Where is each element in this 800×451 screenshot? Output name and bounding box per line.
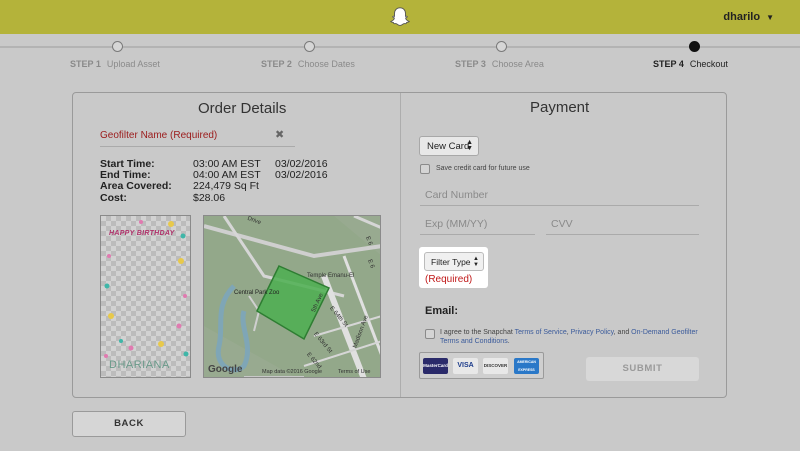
end-time-value: 04:00 AM EST: [193, 169, 261, 181]
start-time-value: 03:00 AM EST: [193, 158, 261, 170]
map-terms-link[interactable]: Terms of Use: [338, 369, 370, 375]
user-menu[interactable]: dharilo ▼: [723, 11, 774, 23]
filter-arrows-icon: ▲ ▼: [473, 256, 479, 268]
exp-underline: [420, 234, 535, 235]
back-button[interactable]: BACK: [72, 411, 186, 437]
step-4: STEP 4 Checkout: [653, 59, 728, 69]
username: dharilo: [723, 11, 761, 23]
step-1[interactable]: STEP 1 Upload Asset: [70, 59, 160, 69]
step-3[interactable]: STEP 3 Choose Area: [455, 59, 544, 69]
geofilter-name-input[interactable]: Geofilter Name (Required): [100, 130, 217, 141]
cvv-input[interactable]: CVV: [551, 218, 573, 230]
preview-bottom-text: DHARIANA: [109, 359, 170, 371]
start-date-value: 03/02/2016: [275, 158, 328, 170]
panel-divider: [400, 93, 401, 397]
step-2[interactable]: STEP 2 Choose Dates: [261, 59, 355, 69]
email-label: Email:: [425, 305, 459, 317]
area-map[interactable]: Drive E 6 E 6 Temple Emanu-El Central Pa…: [203, 215, 381, 378]
filter-type-value: Filter Type: [431, 257, 471, 267]
card-number-underline: [420, 205, 699, 206]
terms-of-service-link[interactable]: Terms of Service: [515, 329, 567, 336]
step-1-dot: [112, 41, 123, 52]
cvv-underline: [546, 234, 699, 235]
map-drawing: [204, 216, 380, 377]
top-bar: dharilo ▼: [0, 0, 800, 34]
snapchat-ghost-icon[interactable]: [389, 6, 411, 28]
end-time-label: End Time:: [100, 169, 151, 181]
map-label-zoo: Central Park Zoo: [234, 290, 280, 296]
card-number-input[interactable]: Card Number: [425, 189, 488, 201]
google-logo: Google: [208, 364, 243, 375]
visa-icon: VISA: [453, 358, 478, 374]
cost-label: Cost:: [100, 192, 127, 204]
order-details-title: Order Details: [198, 100, 287, 117]
filter-type-select[interactable]: Filter Type ▲ ▼: [424, 252, 484, 271]
card-select[interactable]: New Card ▲ ▼: [419, 136, 479, 156]
map-data-text: Map data ©2016 Google: [262, 369, 323, 375]
caret-down-icon: ▼: [766, 13, 774, 22]
exp-input[interactable]: Exp (MM/YY): [425, 218, 487, 230]
preview-top-text: HAPPY BIRTHDAY: [109, 230, 175, 237]
geofilter-preview: HAPPY BIRTHDAY DHARIANA: [100, 215, 191, 378]
discover-icon: DISCOVER: [483, 358, 508, 374]
card-select-value: New Card: [427, 141, 470, 152]
agree-checkbox[interactable]: [425, 329, 435, 339]
amex-icon: AMERICAN EXPRESS: [514, 358, 539, 374]
save-card-checkbox[interactable]: [420, 164, 430, 174]
checkout-panel: Order Details Geofilter Name (Required) …: [72, 92, 727, 398]
step-2-dot: [304, 41, 315, 52]
start-time-label: Start Time:: [100, 158, 155, 170]
end-date-value: 03/02/2016: [275, 169, 328, 181]
area-value: 224,479 Sq Ft: [193, 180, 259, 192]
mastercard-icon: MasterCard: [423, 358, 448, 374]
privacy-policy-link[interactable]: Privacy Policy: [571, 329, 614, 336]
geofilter-name-underline: [100, 146, 295, 147]
submit-button[interactable]: SUBMIT: [586, 357, 699, 381]
filter-type-highlight: Filter Type ▲ ▼ (Required): [419, 247, 488, 288]
area-covered-label: Area Covered:: [100, 180, 172, 192]
cost-value: $28.06: [193, 192, 226, 204]
payment-title: Payment: [530, 99, 590, 116]
step-4-dot: [689, 41, 700, 52]
agree-text: I agree to the Snapchat Terms of Service…: [440, 329, 698, 345]
confetti-decoration: [104, 220, 189, 358]
save-card-label: Save credit card for future use: [436, 165, 530, 172]
step-3-dot: [496, 41, 507, 52]
clear-name-icon[interactable]: ✖: [275, 128, 284, 141]
filter-required-text: (Required): [425, 274, 473, 285]
accepted-cards: MasterCard VISA DISCOVER AMERICAN EXPRES…: [419, 352, 544, 379]
select-arrows-icon: ▲ ▼: [466, 139, 473, 152]
map-label-temple: Temple Emanu-El: [307, 273, 355, 279]
